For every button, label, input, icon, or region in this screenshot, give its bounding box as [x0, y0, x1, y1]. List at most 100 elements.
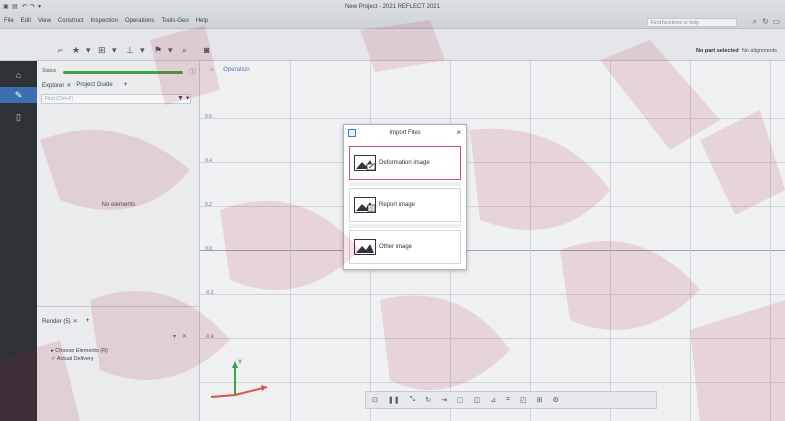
tab-render-label: Render (5): [42, 319, 71, 325]
home-icon[interactable]: ⌂: [210, 67, 214, 73]
add-tab-icon[interactable]: +: [86, 318, 90, 325]
render-tabs: Render (5) ✕ +: [42, 318, 89, 325]
image-icon: [354, 197, 376, 213]
pause-icon[interactable]: ❚❚: [388, 396, 400, 404]
menu-construct[interactable]: Construct: [57, 18, 85, 24]
menu-tools-geo[interactable]: Tools-Geo: [160, 18, 189, 24]
transform-icon[interactable]: ⤡: [410, 396, 416, 404]
dropdown-icon[interactable]: ▾: [86, 45, 91, 56]
close-icon[interactable]: ✕: [66, 83, 71, 89]
grid-line: [690, 61, 691, 421]
menu-operations[interactable]: Operations: [124, 18, 155, 24]
import-files-dialog: Import Files × Deformation image Report …: [343, 124, 467, 270]
tab-explorer-label: Explorer: [42, 83, 65, 89]
view-tab-bar: ⌂ Operation: [210, 67, 250, 73]
select-icon[interactable]: ⊡: [372, 396, 378, 404]
menu-bar: File Edit View Construct Inspection Oper…: [3, 18, 209, 24]
find-input[interactable]: Find (Ctrl+F): [41, 94, 191, 104]
grid-icon[interactable]: ⊞: [98, 45, 106, 56]
y-tick-label: -0.2: [205, 290, 214, 296]
flag-icon[interactable]: ⚑: [154, 45, 162, 56]
add-tab-icon[interactable]: +: [124, 82, 128, 89]
list-item-label: Choose Elements (R): [55, 348, 108, 354]
menu-help[interactable]: Help: [195, 18, 209, 24]
list-item[interactable]: ▸ Choose Elements (R): [51, 347, 108, 355]
file-icon[interactable]: ▯: [0, 109, 37, 125]
menu-file[interactable]: File: [3, 18, 15, 24]
axis-triad: Y: [210, 360, 268, 398]
align-icon[interactable]: ⊥: [126, 45, 134, 56]
dialog-title: Import Files: [389, 130, 421, 136]
fit-icon[interactable]: ⊞: [537, 396, 543, 404]
list-item-label: Actual Delivery: [56, 356, 94, 362]
grid-line: [610, 61, 611, 421]
panel-controls: ▾✕: [173, 333, 193, 340]
menu-view[interactable]: View: [37, 18, 52, 24]
grid-line: [200, 338, 785, 339]
cursor-icon[interactable]: ⌐: [58, 45, 63, 55]
clip-icon[interactable]: ⌗: [506, 396, 510, 404]
other-image-option[interactable]: Other image: [349, 230, 461, 264]
selection-status: No part selected No alignments: [696, 48, 777, 54]
report-image-option[interactable]: Report image: [349, 188, 461, 222]
close-icon[interactable]: ✕: [182, 334, 193, 340]
layers-icon[interactable]: ◫: [474, 396, 481, 404]
dropdown-icon[interactable]: ▾: [140, 45, 145, 56]
tab-render[interactable]: Render (5) ✕: [42, 318, 78, 325]
grid-line: [770, 61, 771, 421]
y-tick-label: -0.4: [205, 334, 214, 340]
y-tick-label: 0.0: [205, 246, 212, 252]
star-icon[interactable]: ★: [72, 45, 80, 56]
panel-tabs: Explorer ✕ Project Guide +: [42, 82, 127, 89]
grid-line: [200, 294, 785, 295]
view-toolbar: ⊡ ❚❚ ⤡ ↻ ⇥ ▢ ◫ ⊿ ⌗ ◰ ⊞ ⚙: [365, 391, 657, 409]
search-icon[interactable]: ⌕: [753, 17, 757, 27]
tab-operation[interactable]: Operation: [223, 67, 249, 73]
info-icon[interactable]: ⓘ: [189, 67, 196, 77]
search-input[interactable]: Find functions or help: [647, 18, 737, 27]
title-bar: ▣ ▤ ↶ ↷ ▾ New Project - 2021 REFLECT 202…: [0, 0, 785, 29]
view-icon[interactable]: ◰: [520, 396, 527, 404]
explorer-panel: Status ⓘ Explorer ✕ Project Guide + Find …: [37, 61, 200, 421]
rotate-icon[interactable]: ↻: [425, 396, 431, 404]
refresh-icon[interactable]: ↻: [762, 17, 769, 26]
settings-icon[interactable]: ⚙: [553, 396, 559, 404]
menu-edit[interactable]: Edit: [20, 18, 32, 24]
image-icon: [354, 155, 376, 171]
grid-line: [200, 382, 785, 383]
option-divider: [349, 182, 461, 186]
option-label: Other image: [379, 244, 413, 250]
side-rail: ⌂ ✎ ▯: [0, 61, 37, 421]
toolbar: [0, 29, 785, 61]
render-list: ▸ Choose Elements (R) ✓ Actual Delivery: [51, 347, 108, 363]
measure-icon[interactable]: ⊿: [490, 396, 496, 404]
grid-line: [200, 118, 785, 119]
close-icon[interactable]: ✕: [73, 319, 78, 325]
grid-line: [290, 61, 291, 421]
camera-icon[interactable]: ◙: [204, 45, 209, 55]
triad-y-label: Y: [238, 360, 242, 366]
filter-icon[interactable]: ▼ ▾: [177, 94, 189, 102]
grid-line: [200, 162, 785, 163]
frame-icon[interactable]: ▢: [457, 396, 464, 404]
empty-message: No elements: [101, 202, 136, 208]
brush-icon[interactable]: ✎: [0, 87, 37, 103]
x-axis-line: [200, 250, 785, 251]
close-icon[interactable]: ×: [456, 128, 461, 137]
status-label: Status: [42, 68, 57, 74]
lock-icon[interactable]: ⌂: [0, 67, 37, 83]
dropdown-icon[interactable]: ▾: [168, 45, 173, 56]
tab-project-guide[interactable]: Project Guide: [76, 82, 112, 89]
layout-icon[interactable]: ▭: [772, 17, 780, 26]
dropdown-icon[interactable]: ▾: [112, 45, 117, 56]
panel-divider: [37, 306, 200, 307]
tab-explorer[interactable]: Explorer ✕: [42, 82, 71, 89]
status-row: Status ⓘ: [37, 67, 200, 77]
graph-view[interactable]: ⌂ Operation 0.6 0.4 0.2 0.0 -0.2 -0.4: [200, 61, 785, 421]
search-icon[interactable]: ⌕: [182, 45, 187, 56]
list-item[interactable]: ✓ Actual Delivery: [51, 355, 108, 363]
menu-inspection[interactable]: Inspection: [90, 18, 119, 24]
minimize-icon[interactable]: ▾: [173, 334, 182, 340]
deformation-image-option[interactable]: Deformation image: [349, 146, 461, 180]
arrow-icon[interactable]: ⇥: [441, 396, 447, 404]
